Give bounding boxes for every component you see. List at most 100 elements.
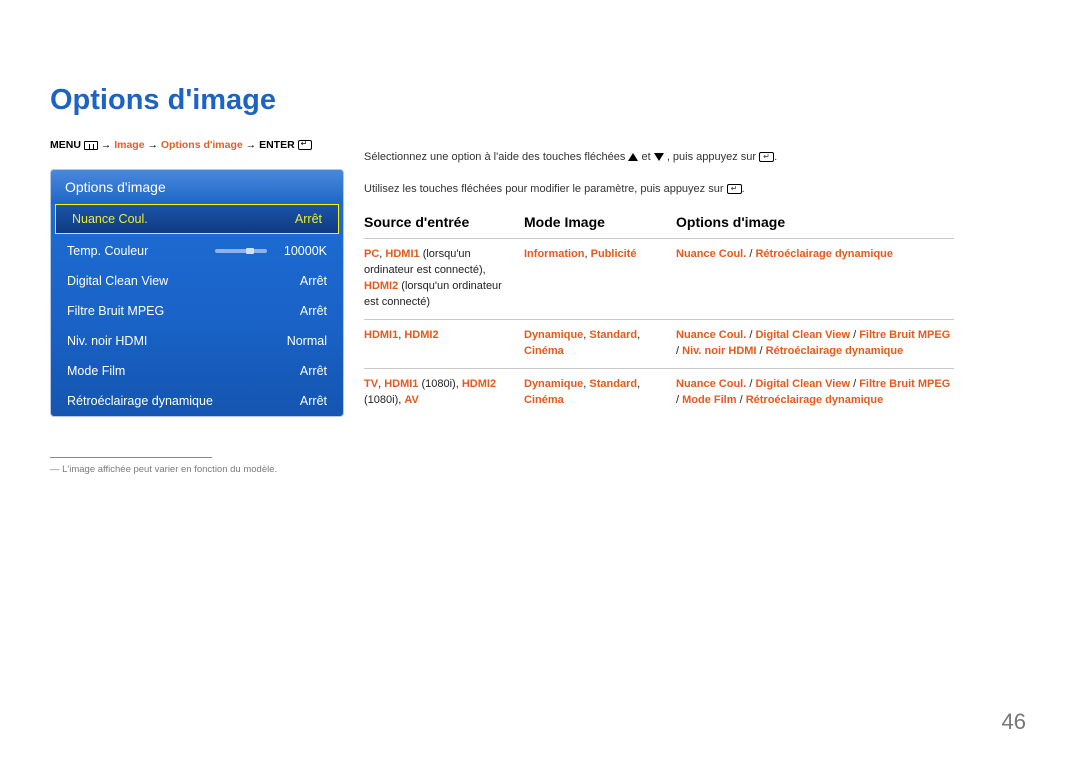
panel-row-value: Arrêt [275,394,327,408]
instr-1d: . [774,151,777,163]
instr-1b: et [642,151,654,163]
panel-row[interactable]: Temp. Couleur 10000K [51,236,343,266]
table-cell: PC, HDMI1 (lorsqu'un ordinateur est conn… [364,247,524,311]
panel-row-value: Arrêt [275,304,327,318]
breadcrumb-enter: ENTER [259,139,295,151]
table-row: HDMI1, HDMI2Dynamique, Standard, CinémaN… [364,319,954,368]
panel-row[interactable]: Mode FilmArrêt [51,356,343,386]
table-row: PC, HDMI1 (lorsqu'un ordinateur est conn… [364,238,954,319]
text-fragment: Publicité [591,248,637,260]
table-cell: Nuance Coul. / Digital Clean View / Filt… [676,377,954,409]
text-fragment: Nuance Coul. [676,248,746,260]
panel-row-value: Arrêt [275,364,327,378]
text-fragment: Information [524,248,585,260]
th-options: Options d'image [676,214,954,230]
left-column: MENU → Image → Options d'image → ENTER O… [50,139,350,475]
text-fragment: Filtre Bruit MPEG [859,378,950,390]
text-fragment: Filtre Bruit MPEG [859,329,950,341]
text-fragment: Digital Clean View [755,329,850,341]
text-fragment: (1080i), [418,378,461,390]
text-fragment: Cinéma [524,345,564,357]
table-cell: Dynamique, Standard, Cinéma [524,328,676,360]
panel-row[interactable]: Filtre Bruit MPEGArrêt [51,296,343,326]
table-cell: Dynamique, Standard, Cinéma [524,377,676,409]
breadcrumb-seg-options: Options d'image [161,139,243,151]
instruction-line-1: Sélectionnez une option à l'aide des tou… [364,149,954,167]
th-source: Source d'entrée [364,214,524,230]
table-cell: HDMI1, HDMI2 [364,328,524,360]
panel-header: Options d'image [51,170,343,204]
panel-row-label: Filtre Bruit MPEG [67,304,275,318]
breadcrumb-arrow-1: → [101,139,112,151]
panel-row-value: Arrêt [270,212,322,226]
panel-row-slider[interactable] [215,249,275,253]
arrow-up-icon [628,153,638,161]
text-fragment: Rétroéclairage dynamique [755,248,893,260]
panel-row-value: Normal [275,334,327,348]
instr-1c: , puis appuyez sur [667,151,759,163]
footnote-rule [50,457,212,458]
panel-row-value: 10000K [275,244,327,258]
text-fragment: HDMI1 [364,329,398,341]
enter-icon-3 [727,184,742,194]
instr-2a: Utilisez les touches fléchées pour modif… [364,183,727,195]
table-cell: Nuance Coul. / Rétroéclairage dynamique [676,247,954,311]
panel-row-value: Arrêt [275,274,327,288]
text-fragment: Mode Film [682,394,736,406]
options-panel: Options d'image Nuance Coul.ArrêtTemp. C… [50,169,344,417]
panel-row[interactable]: Niv. noir HDMINormal [51,326,343,356]
text-fragment: Rétroéclairage dynamique [766,345,904,357]
table-cell: Information, Publicité [524,247,676,311]
text-fragment: / [737,394,746,406]
footnote: ― L'image affichée peut varier en foncti… [50,464,350,475]
text-fragment: TV [364,378,378,390]
text-fragment: AV [404,394,418,406]
panel-row[interactable]: Digital Clean ViewArrêt [51,266,343,296]
panel-row[interactable]: Nuance Coul.Arrêt [55,204,339,234]
th-mode: Mode Image [524,214,676,230]
panel-row-label: Temp. Couleur [67,244,215,258]
page-number: 46 [1002,709,1026,735]
text-fragment: Cinéma [524,394,564,406]
text-fragment: / [850,378,859,390]
table-header-row: Source d'entrée Mode Image Options d'ima… [364,214,954,238]
text-fragment: HDMI2 [462,378,496,390]
text-fragment: HDMI1 [385,248,419,260]
text-fragment: PC [364,248,379,260]
breadcrumb: MENU → Image → Options d'image → ENTER [50,139,350,151]
breadcrumb-arrow-2: → [147,139,158,151]
text-fragment: HDMI2 [404,329,438,341]
panel-row-label: Rétroéclairage dynamique [67,394,275,408]
text-fragment: , [637,378,640,390]
instr-1a: Sélectionnez une option à l'aide des tou… [364,151,628,163]
options-table: Source d'entrée Mode Image Options d'ima… [364,214,954,417]
instr-2b: . [742,183,745,195]
text-fragment: Rétroéclairage dynamique [746,394,884,406]
enter-icon [298,140,312,150]
text-fragment: Niv. noir HDMI [682,345,756,357]
text-fragment: Dynamique [524,378,583,390]
table-row: TV, HDMI1 (1080i), HDMI2 (1080i), AVDyna… [364,368,954,417]
text-fragment: Digital Clean View [755,378,850,390]
text-fragment: Dynamique [524,329,583,341]
text-fragment: HDMI1 [384,378,418,390]
text-fragment: / [850,329,859,341]
panel-row[interactable]: Rétroéclairage dynamiqueArrêt [51,386,343,416]
breadcrumb-seg-image: Image [114,139,144,151]
menu-icon [84,141,98,150]
right-column: Sélectionnez une option à l'aide des tou… [364,139,954,417]
text-fragment: (1080i), [364,394,404,406]
text-fragment: Nuance Coul. [676,378,746,390]
table-cell: TV, HDMI1 (1080i), HDMI2 (1080i), AV [364,377,524,409]
text-fragment: / [756,345,765,357]
text-fragment: , [637,329,640,341]
panel-row-label: Mode Film [67,364,275,378]
enter-icon-2 [759,152,774,162]
text-fragment: Standard [589,329,637,341]
table-cell: Nuance Coul. / Digital Clean View / Filt… [676,328,954,360]
panel-row-label: Nuance Coul. [72,212,270,226]
text-fragment: HDMI2 [364,280,398,292]
arrow-down-icon [654,153,664,161]
breadcrumb-arrow-3: → [246,139,257,151]
slider-icon [215,249,267,253]
